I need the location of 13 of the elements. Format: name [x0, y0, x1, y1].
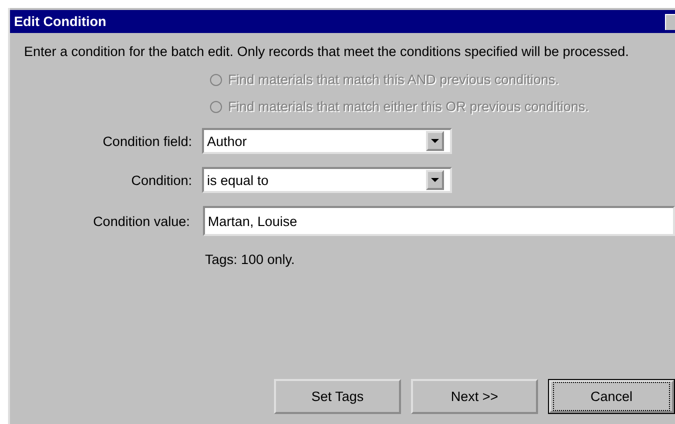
dropdown-field[interactable]: Author — [202, 128, 452, 154]
close-button[interactable] — [665, 14, 675, 30]
dialog-button[interactable]: Cancel — [548, 379, 675, 414]
window-title: Edit Condition — [14, 14, 106, 29]
field-label: Condition: — [130, 172, 193, 188]
dialog-button[interactable]: Set Tags — [274, 379, 401, 414]
field-label: Condition field: — [102, 134, 193, 148]
dialog-button[interactable]: Next >> — [411, 379, 538, 414]
input-field[interactable]: Martan, Louise — [202, 206, 675, 236]
field-label: Condition value: — [92, 214, 191, 228]
dropdown-field[interactable]: is equal to — [202, 167, 452, 193]
instruction-text: Enter a condition for the batch edit. Only records that meet the conditions specified will be processed. — [24, 43, 630, 60]
note-text: Tags: 100 only. — [205, 252, 296, 267]
